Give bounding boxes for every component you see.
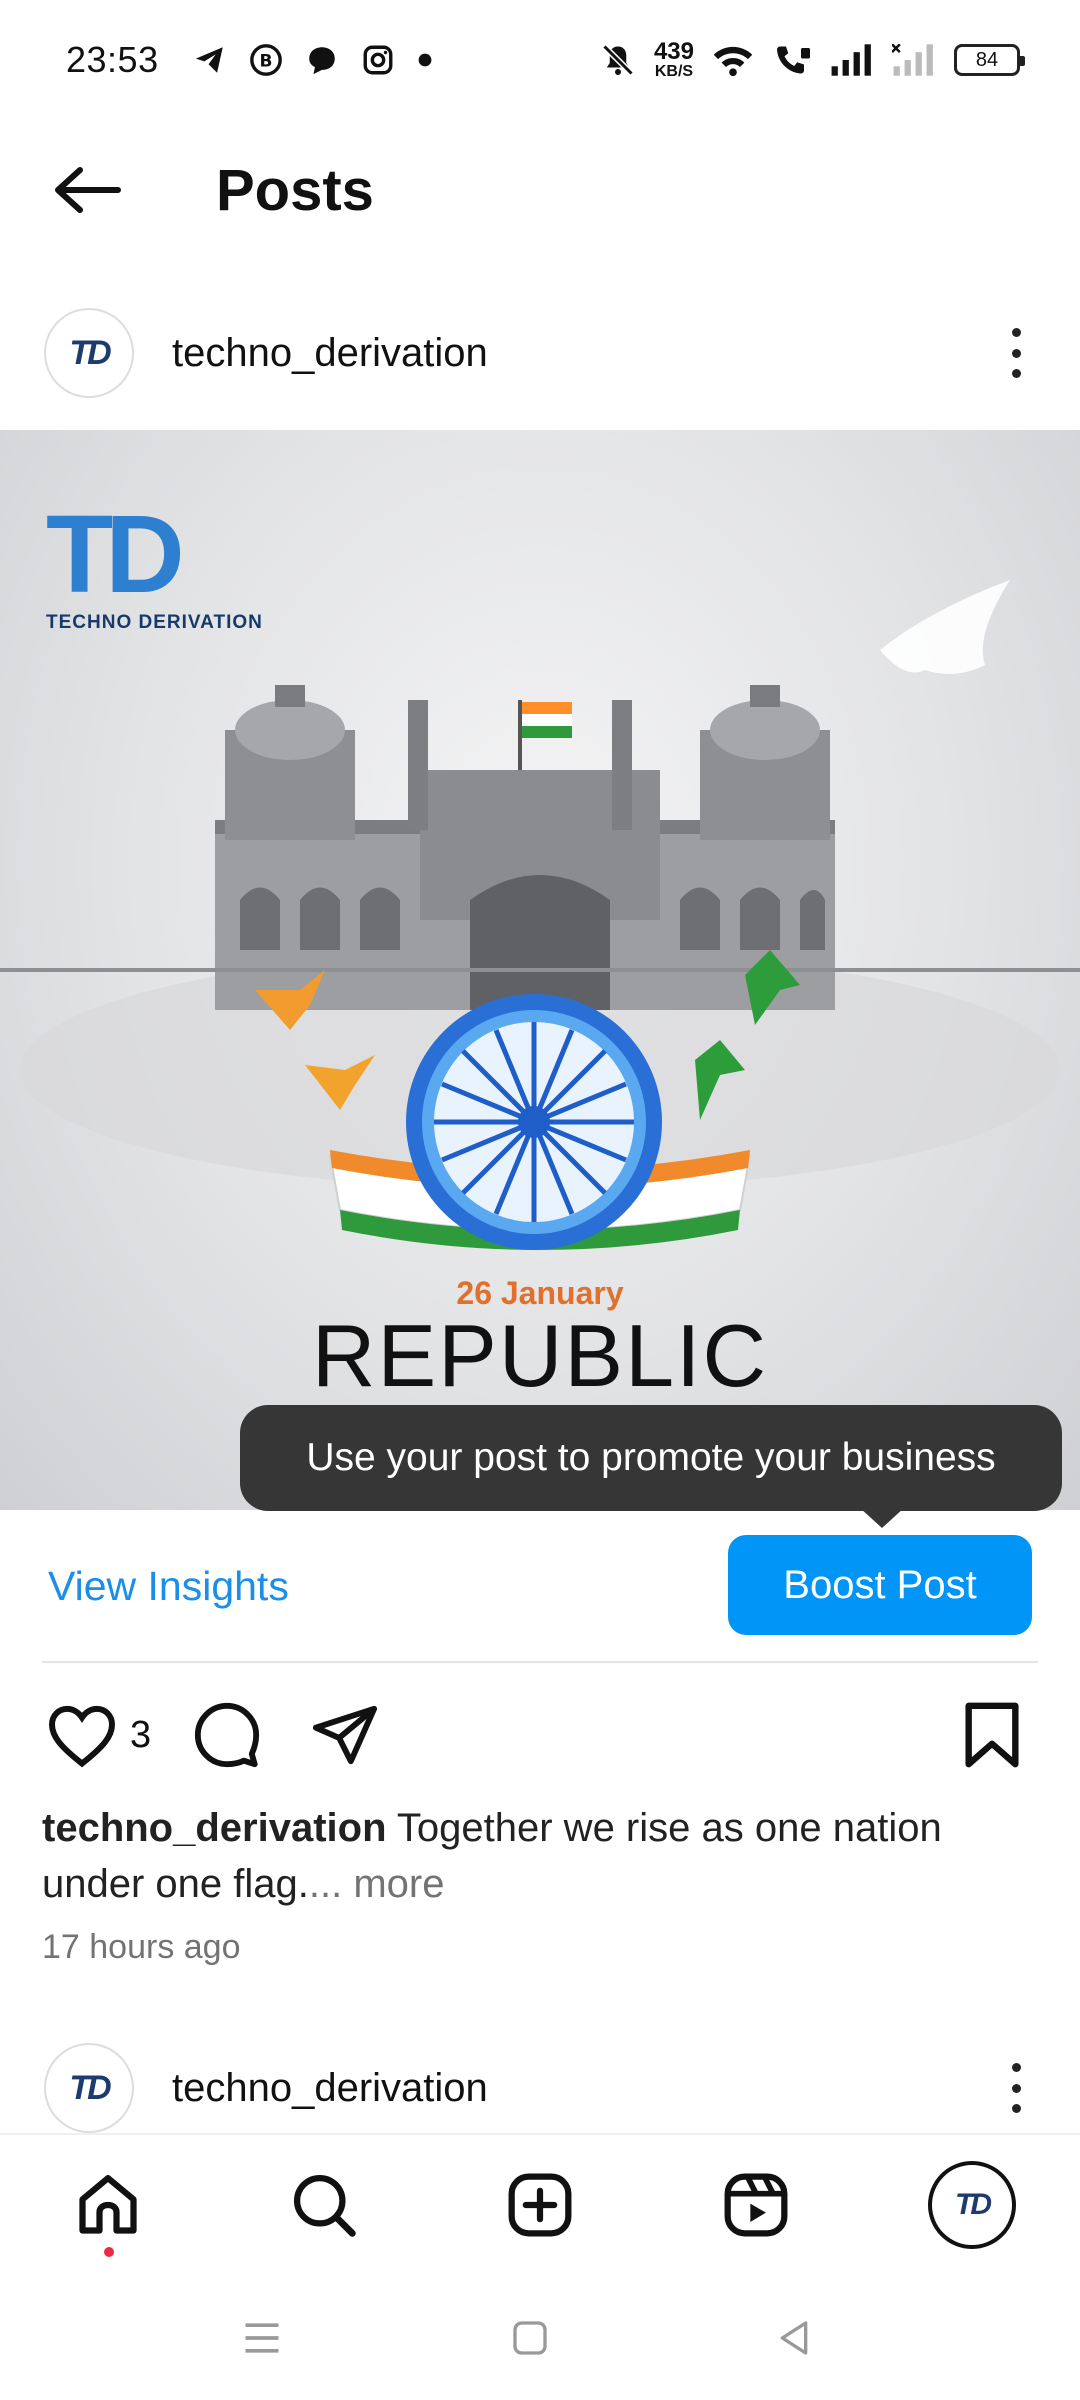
avatar[interactable]: TD [44,308,134,398]
insights-row: View Insights Boost Post [0,1535,1080,1635]
status-bar: 23:53 B 439 KB/S 84 [0,0,1080,120]
b-icon: B [249,44,282,76]
recent-apps-button[interactable] [222,2298,302,2378]
telegram-icon [195,47,223,73]
avatar[interactable]: TD [44,2043,134,2133]
image-headline: REPUBLIC [311,1306,769,1405]
net-speed-value: 439 [653,38,694,65]
profile-avatar: TD [928,2161,1016,2249]
tooltip-arrow [860,1508,904,1528]
next-post-header: TD techno_derivation [0,2033,1080,2143]
more-options-button[interactable] [996,2053,1036,2123]
post-image[interactable]: TD TECHNO DERIVATION 26 January REPUBLIC [0,430,1080,1510]
avatar-logo: TD [69,333,111,372]
search-icon [293,2174,356,2237]
more-options-button[interactable] [996,318,1036,388]
boost-post-button[interactable]: Boost Post [728,1535,1032,1635]
wifi-icon [713,46,753,77]
home-system-button[interactable] [490,2298,570,2378]
share-button[interactable] [310,1695,380,1775]
signal-off-icon [892,44,933,76]
page-header: Posts [0,135,1080,245]
comment-icon [194,1702,260,1768]
call-icon [777,46,810,74]
promote-tooltip[interactable]: Use your post to promote your business [240,1405,1062,1511]
arrow-left-icon [55,167,121,213]
post-timestamp: 17 hours ago [42,1928,241,1966]
reels-icon [724,2173,788,2237]
add-post-icon [508,2173,572,2237]
brand-logo-mark: TD [46,493,185,616]
heart-icon[interactable] [46,1702,118,1768]
like-count[interactable]: 3 [130,1714,151,1757]
network-speed: 439 KB/S [654,40,694,80]
brand-name: TECHNO DERIVATION [46,612,263,633]
net-speed-unit: KB/S [654,63,694,80]
notification-icons: B [193,43,433,77]
page-title: Posts [216,157,374,223]
signal-icon [831,44,871,76]
back-system-button[interactable] [754,2298,834,2378]
caption-more-link[interactable]: ... more [309,1862,445,1906]
dot-icon [418,53,431,67]
brand-logo: TD TECHNO DERIVATION [46,500,263,634]
more-dot [1011,348,1021,358]
system-nav-bar [0,2273,1080,2400]
instagram-icon [363,45,393,75]
status-right-icons: 439 KB/S 84 [600,40,1025,80]
battery-indicator: 84 [954,44,1025,76]
chat-icon [308,47,335,75]
more-dot [1011,2083,1021,2093]
post-header: TD techno_derivation [0,298,1080,408]
comment-button[interactable] [192,1695,262,1775]
divider [42,1661,1038,1663]
bottom-nav: TD [0,2133,1080,2273]
nav-reels[interactable] [706,2155,806,2255]
avatar-logo: TD [69,2068,111,2107]
svg-text:B: B [259,51,272,71]
bookmark-icon [965,1702,1019,1768]
send-icon [312,1705,378,1765]
nav-home[interactable] [58,2155,158,2257]
caption-username[interactable]: techno_derivation [42,1806,387,1850]
back-button[interactable] [36,140,136,240]
more-dot [1011,2104,1021,2113]
more-dot [1011,369,1021,378]
back-triangle-icon [780,2321,808,2355]
mute-icon [602,44,634,76]
post-username[interactable]: techno_derivation [172,2066,488,2111]
square-icon [513,2321,547,2355]
nav-search[interactable] [274,2155,374,2255]
nav-profile[interactable]: TD [922,2155,1022,2255]
save-button[interactable] [962,1695,1022,1775]
like-group: 3 [46,1695,151,1775]
status-time: 23:53 [66,39,159,80]
post-username[interactable]: techno_derivation [172,331,488,376]
nav-create[interactable] [490,2155,590,2255]
post-caption: techno_derivation Together we rise as on… [42,1800,1042,1912]
menu-icon [245,2323,279,2353]
avatar-logo: TD [955,2188,992,2221]
more-dot [1011,328,1021,337]
post-actions: 3 [0,1695,1080,1775]
notification-dot [104,2247,114,2257]
view-insights-link[interactable]: View Insights [48,1563,289,1610]
home-icon [79,2174,137,2234]
more-dot [1011,2063,1021,2072]
